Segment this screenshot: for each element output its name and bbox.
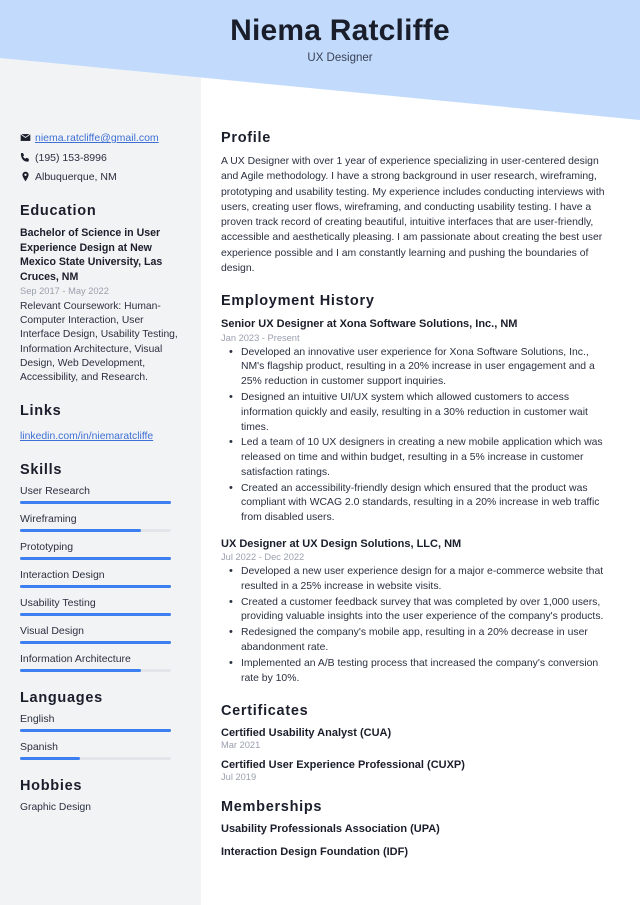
languages-list: English Spanish [20, 713, 185, 761]
list-item: Developed an innovative user experience … [225, 345, 614, 390]
certificate-name: Certified User Experience Professional (… [221, 759, 465, 772]
skill-label: Interaction Design [20, 569, 105, 582]
skill-bar-fill [20, 529, 141, 533]
job-title: UX Designer at UX Design Solutions, LLC,… [221, 537, 462, 550]
contact-phone-row: (195) 153-8996 [20, 152, 185, 166]
certificate-date: Mar 2021 [221, 740, 261, 751]
certificate-date: Jul 2019 [221, 772, 257, 783]
skill-bar [20, 613, 171, 617]
list-item: Designed an intuitive UI/UX system which… [225, 390, 614, 435]
skill-bar [20, 585, 171, 589]
languages-heading: Languages [20, 690, 103, 707]
phone-icon [20, 152, 35, 163]
job-date: Jul 2022 - Dec 2022 [221, 552, 305, 563]
job-bullets: Developed a new user experience design f… [225, 564, 614, 687]
skill-bar [20, 669, 171, 673]
skill-label: Usability Testing [20, 597, 96, 610]
memberships-heading: Memberships [221, 799, 323, 816]
contact-location-row: Albuquerque, NM [20, 171, 185, 185]
membership-item: Usability Professionals Association (UPA… [221, 823, 440, 836]
main-column: Profile A UX Designer with over 1 year o… [201, 0, 640, 905]
education-date: Sep 2017 - May 2022 [20, 286, 109, 297]
phone-value: (195) 153-8996 [35, 151, 107, 164]
profile-section: Profile A UX Designer with over 1 year o… [221, 130, 614, 276]
linkedin-link[interactable]: linkedin.com/in/niemaratcliffe [20, 431, 153, 442]
skill-bar-fill [20, 585, 171, 589]
list-item: English [20, 713, 185, 733]
certificates-section: Certificates Certified Usability Analyst… [221, 703, 614, 782]
skill-bar-fill [20, 641, 171, 645]
profile-text: A UX Designer with over 1 year of experi… [221, 156, 605, 275]
certificates-heading: Certificates [221, 703, 309, 720]
hobby-item: Graphic Design [20, 802, 91, 814]
language-label: English [20, 713, 55, 726]
language-bar-fill [20, 757, 81, 761]
language-bar [20, 757, 171, 761]
location-value: Albuquerque, NM [35, 171, 117, 184]
list-item: Implemented an A/B testing process that … [225, 656, 614, 687]
education-degree: Bachelor of Science in User Experience D… [20, 226, 163, 283]
list-item: Created an accessibility-friendly design… [225, 481, 614, 526]
resume-page: Niema Ratcliffe UX Designer niema.ratcli… [0, 0, 640, 905]
education-heading: Education [20, 202, 97, 219]
job-title: Senior UX Designer at Xona Software Solu… [221, 318, 518, 331]
skills-heading: Skills [20, 462, 63, 479]
job-entry: Senior UX Designer at Xona Software Solu… [221, 317, 614, 525]
job-entry: UX Designer at UX Design Solutions, LLC,… [221, 537, 614, 686]
certificate-entry: Certified User Experience Professional (… [221, 759, 614, 782]
language-label: Spanish [20, 741, 58, 754]
skill-bar [20, 641, 171, 645]
list-item: Information Architecture [20, 653, 185, 673]
list-item: User Research [20, 485, 185, 505]
skill-label: User Research [20, 485, 91, 498]
employment-section: Employment History Senior UX Designer at… [221, 293, 614, 686]
links-heading: Links [20, 403, 62, 420]
list-item: Developed a new user experience design f… [225, 564, 614, 595]
skill-label: Visual Design [20, 625, 85, 638]
job-bullets: Developed an innovative user experience … [225, 345, 614, 526]
skill-label: Information Architecture [20, 653, 131, 666]
skill-bar [20, 557, 171, 561]
map-pin-icon [20, 171, 35, 182]
skill-bar [20, 501, 171, 505]
list-item: Led a team of 10 UX designers in creatin… [225, 435, 614, 480]
contact-email-row[interactable]: niema.ratcliffe@gmail.com [20, 132, 185, 146]
language-bar-fill [20, 729, 171, 733]
profile-heading: Profile [221, 130, 272, 146]
skill-bar-fill [20, 501, 171, 505]
envelope-icon [20, 132, 35, 143]
skill-label: Wireframing [20, 513, 77, 526]
list-item: Usability Testing [20, 597, 185, 617]
skill-bar-fill [20, 613, 171, 617]
email-link[interactable]: niema.ratcliffe@gmail.com [35, 132, 159, 146]
education-coursework: Relevant Coursework: Human-Computer Inte… [20, 300, 178, 383]
memberships-section: Memberships Usability Professionals Asso… [221, 799, 614, 858]
list-item: Visual Design [20, 625, 185, 645]
skill-bar [20, 529, 171, 533]
certificate-name: Certified Usability Analyst (CUA) [221, 727, 392, 740]
certificate-entry: Certified Usability Analyst (CUA) Mar 20… [221, 727, 614, 750]
list-item: Wireframing [20, 513, 185, 533]
skill-bar-fill [20, 669, 141, 673]
list-item: Redesigned the company's mobile app, res… [225, 625, 614, 656]
language-bar [20, 729, 171, 733]
skills-list: User Research Wireframing Prototyping In… [20, 485, 185, 673]
list-item: Spanish [20, 741, 185, 761]
job-date: Jan 2023 - Present [221, 332, 300, 343]
skill-label: Prototyping [20, 541, 74, 554]
hobbies-heading: Hobbies [20, 778, 83, 795]
skill-bar-fill [20, 557, 171, 561]
sidebar: niema.ratcliffe@gmail.com (195) 153-8996… [0, 0, 201, 905]
list-item: Prototyping [20, 541, 185, 561]
employment-heading: Employment History [221, 293, 375, 310]
list-item: Created a customer feedback survey that … [225, 595, 614, 626]
membership-item: Interaction Design Foundation (IDF) [221, 846, 408, 859]
list-item: Interaction Design [20, 569, 185, 589]
